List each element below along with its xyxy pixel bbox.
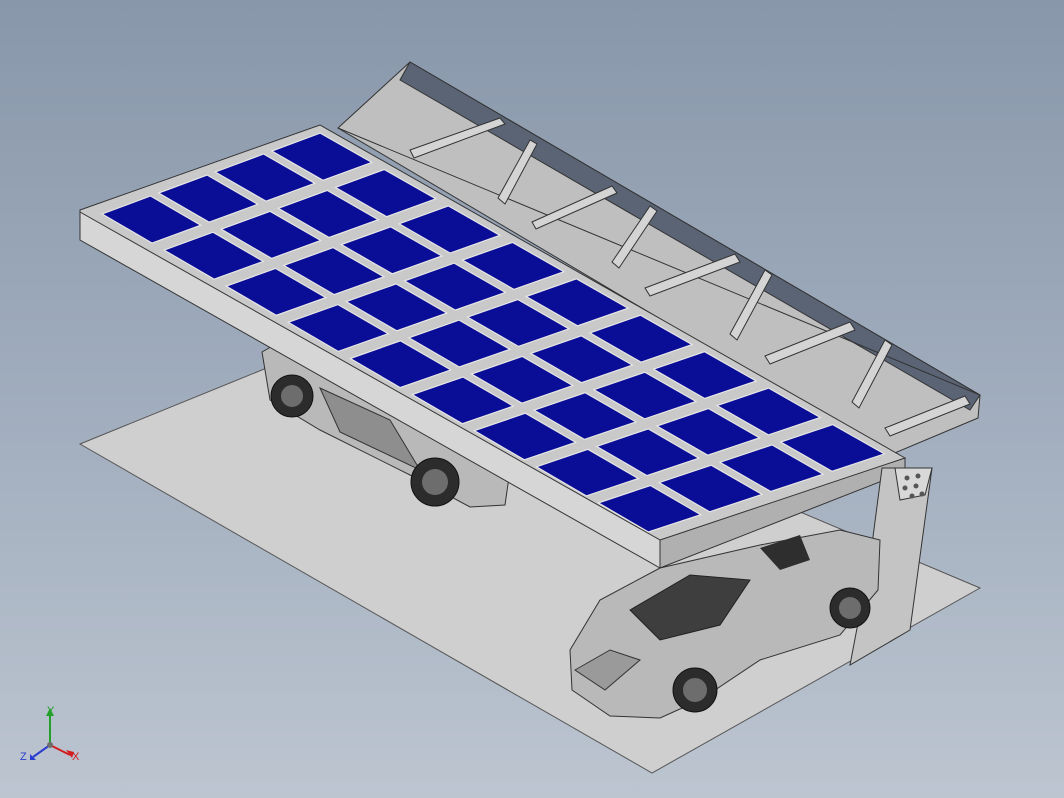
model-canvas[interactable]: Y X Z (0, 0, 1064, 798)
graphics-viewport[interactable]: Y X Z (0, 0, 1064, 798)
axis-y-label: Y (47, 705, 55, 717)
axis-x-label: X (72, 751, 80, 763)
coordinate-axes-icon: Y X Z (20, 705, 80, 763)
axis-z-label: Z (20, 751, 27, 763)
